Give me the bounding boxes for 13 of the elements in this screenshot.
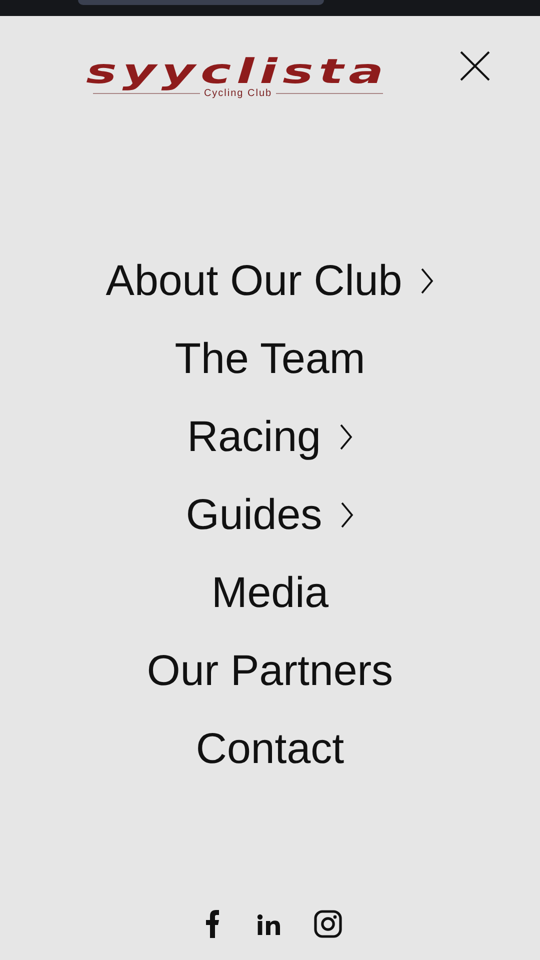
close-button[interactable] [460, 51, 490, 81]
instagram-icon[interactable] [314, 908, 342, 940]
logo-tagline: Cycling Club [204, 88, 272, 98]
menu-item[interactable]: Media [211, 554, 329, 632]
menu-item[interactable]: Our Partners [146, 632, 394, 710]
chevron-icon [420, 267, 434, 295]
menu-item[interactable]: About Our Club [106, 242, 434, 320]
menu-item[interactable]: Contact [196, 710, 344, 788]
menu-item[interactable]: The Team [174, 320, 366, 398]
menu-item[interactable]: Guides [186, 476, 354, 554]
chevron-icon [338, 423, 353, 451]
menu-item[interactable]: Racing [187, 398, 353, 476]
chevron-icon [340, 501, 354, 529]
